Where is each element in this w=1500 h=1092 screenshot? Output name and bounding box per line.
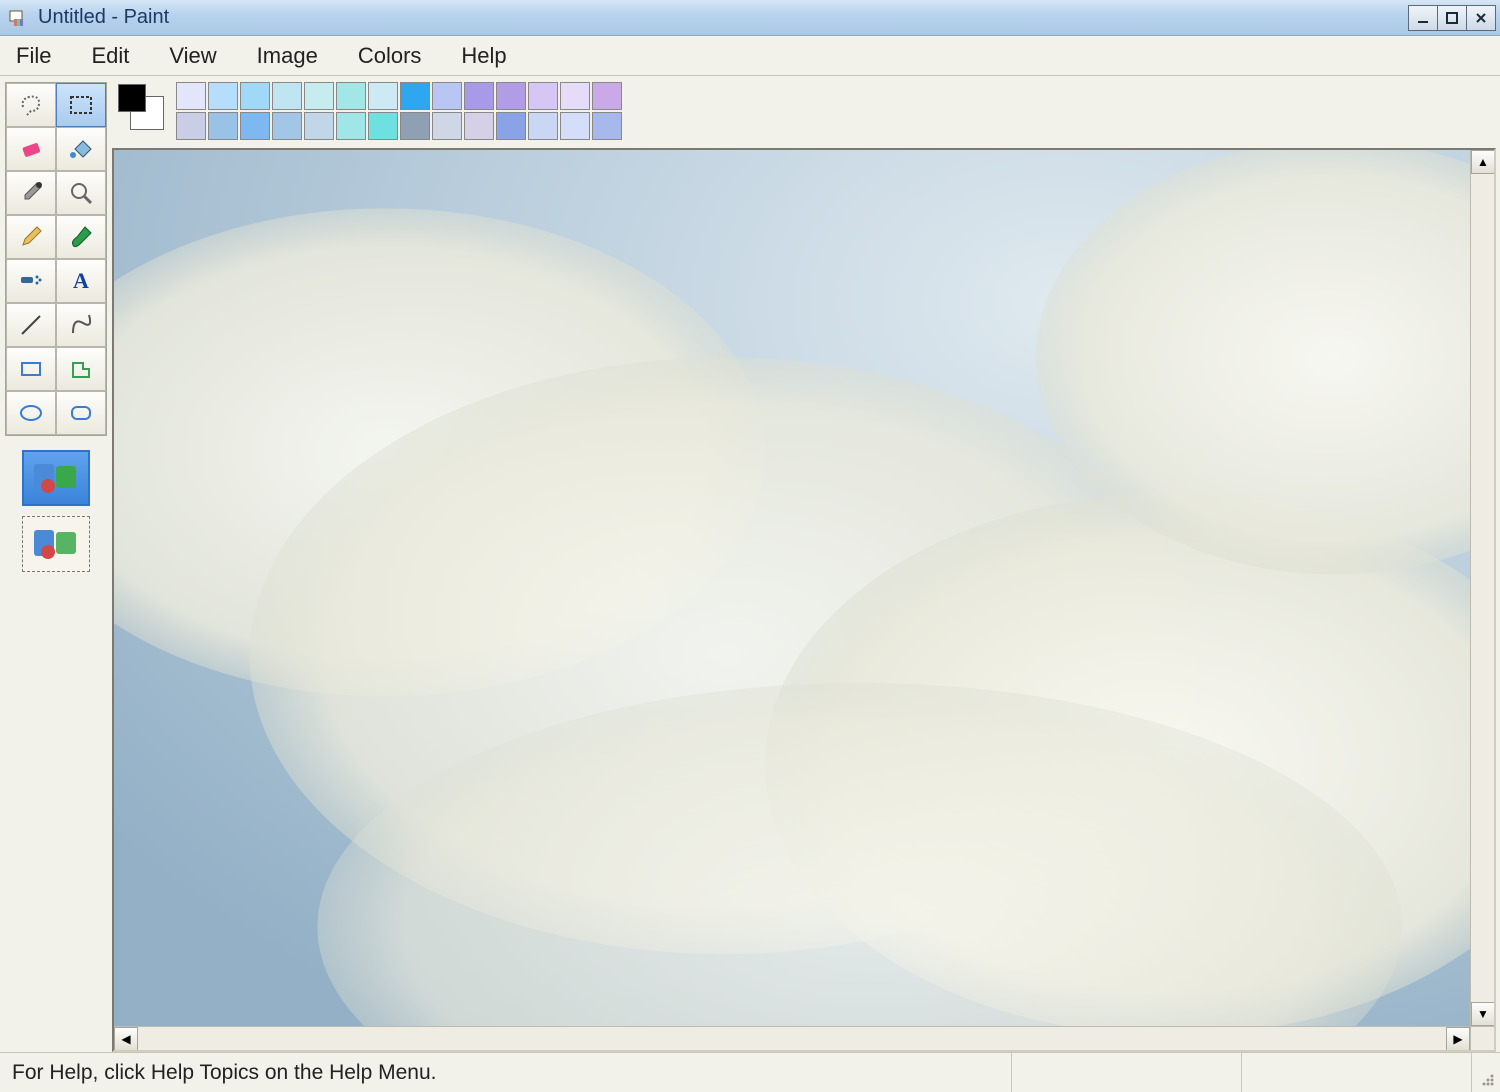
tool-fill[interactable] <box>56 127 106 171</box>
titlebar: Untitled - Paint <box>0 0 1500 36</box>
palette-swatch-22[interactable] <box>432 112 462 140</box>
palette-row <box>112 76 1500 148</box>
minimize-button[interactable] <box>1408 5 1438 31</box>
option-transparent[interactable] <box>22 516 90 572</box>
content-area: A <box>0 76 1500 1092</box>
palette-swatch-5[interactable] <box>336 82 366 110</box>
palette-swatch-12[interactable] <box>560 82 590 110</box>
palette-swatch-23[interactable] <box>464 112 494 140</box>
palette-swatch-26[interactable] <box>560 112 590 140</box>
palette-swatch-2[interactable] <box>240 82 270 110</box>
menu-edit[interactable]: Edit <box>85 41 135 71</box>
right-column: ▲ ▼ ◀ ▶ <box>112 76 1500 1052</box>
palette-swatch-4[interactable] <box>304 82 334 110</box>
tool-rounded-rectangle[interactable] <box>56 391 106 435</box>
status-size-pane <box>1242 1053 1472 1092</box>
palette-swatch-0[interactable] <box>176 82 206 110</box>
scroll-up-button[interactable]: ▲ <box>1471 150 1495 174</box>
palette-swatch-24[interactable] <box>496 112 526 140</box>
status-help-pane: For Help, click Help Topics on the Help … <box>0 1053 1012 1092</box>
palette-swatch-16[interactable] <box>240 112 270 140</box>
canvas-area: ▲ ▼ ◀ ▶ <box>112 148 1496 1052</box>
palette-swatch-19[interactable] <box>336 112 366 140</box>
palette-swatch-13[interactable] <box>592 82 622 110</box>
app-icon <box>8 8 28 28</box>
statusbar: For Help, click Help Topics on the Help … <box>0 1052 1500 1092</box>
option-opaque[interactable] <box>22 450 90 506</box>
tool-polygon[interactable] <box>56 347 106 391</box>
resize-grip[interactable] <box>1472 1053 1500 1092</box>
menu-image[interactable]: Image <box>251 41 324 71</box>
horizontal-scrollbar[interactable]: ◀ ▶ <box>114 1026 1470 1050</box>
palette-swatch-27[interactable] <box>592 112 622 140</box>
palette-swatch-11[interactable] <box>528 82 558 110</box>
tool-brush[interactable] <box>56 215 106 259</box>
svg-text:A: A <box>73 268 89 293</box>
canvas[interactable] <box>114 150 1470 1026</box>
tool-rect-select[interactable] <box>56 83 106 127</box>
menu-colors[interactable]: Colors <box>352 41 428 71</box>
status-pos-pane <box>1012 1053 1242 1092</box>
scroll-corner <box>1470 1026 1494 1050</box>
palette-swatch-20[interactable] <box>368 112 398 140</box>
canvas-image <box>114 150 1470 1026</box>
menubar: File Edit View Image Colors Help <box>0 36 1500 76</box>
tool-free-form-select[interactable] <box>6 83 56 127</box>
tool-magnifier[interactable] <box>56 171 106 215</box>
palette-swatch-3[interactable] <box>272 82 302 110</box>
scroll-right-button[interactable]: ▶ <box>1446 1027 1470 1051</box>
tool-grid: A <box>5 82 107 436</box>
palette-swatch-1[interactable] <box>208 82 238 110</box>
tool-ellipse[interactable] <box>6 391 56 435</box>
palette-swatch-17[interactable] <box>272 112 302 140</box>
menu-view[interactable]: View <box>163 41 222 71</box>
foreground-color-swatch[interactable] <box>118 84 146 112</box>
status-help-text: For Help, click Help Topics on the Help … <box>12 1061 436 1085</box>
palette-swatch-21[interactable] <box>400 112 430 140</box>
palette-swatch-15[interactable] <box>208 112 238 140</box>
palette-swatch-25[interactable] <box>528 112 558 140</box>
tool-airbrush[interactable] <box>6 259 56 303</box>
palette-swatch-10[interactable] <box>496 82 526 110</box>
tool-line[interactable] <box>6 303 56 347</box>
close-button[interactable] <box>1466 5 1496 31</box>
palette-swatch-6[interactable] <box>368 82 398 110</box>
palette-swatch-8[interactable] <box>432 82 462 110</box>
palette-swatch-18[interactable] <box>304 112 334 140</box>
tool-curve[interactable] <box>56 303 106 347</box>
menu-help[interactable]: Help <box>455 41 512 71</box>
tool-pencil[interactable] <box>6 215 56 259</box>
tool-options <box>20 450 92 572</box>
tool-eraser[interactable] <box>6 127 56 171</box>
palette-swatch-7[interactable] <box>400 82 430 110</box>
window-title: Untitled - Paint <box>38 6 1408 29</box>
vertical-scrollbar[interactable]: ▲ ▼ <box>1470 150 1494 1026</box>
tool-rectangle[interactable] <box>6 347 56 391</box>
color-palette <box>176 82 622 140</box>
palette-swatch-9[interactable] <box>464 82 494 110</box>
toolbox: A <box>0 76 112 1052</box>
window-buttons <box>1408 5 1496 31</box>
scroll-down-button[interactable]: ▼ <box>1471 1002 1495 1026</box>
palette-swatch-14[interactable] <box>176 112 206 140</box>
scroll-left-button[interactable]: ◀ <box>114 1027 138 1051</box>
tool-text[interactable]: A <box>56 259 106 303</box>
maximize-button[interactable] <box>1437 5 1467 31</box>
tool-pick-color[interactable] <box>6 171 56 215</box>
color-indicator[interactable] <box>116 82 166 132</box>
menu-file[interactable]: File <box>10 41 57 71</box>
